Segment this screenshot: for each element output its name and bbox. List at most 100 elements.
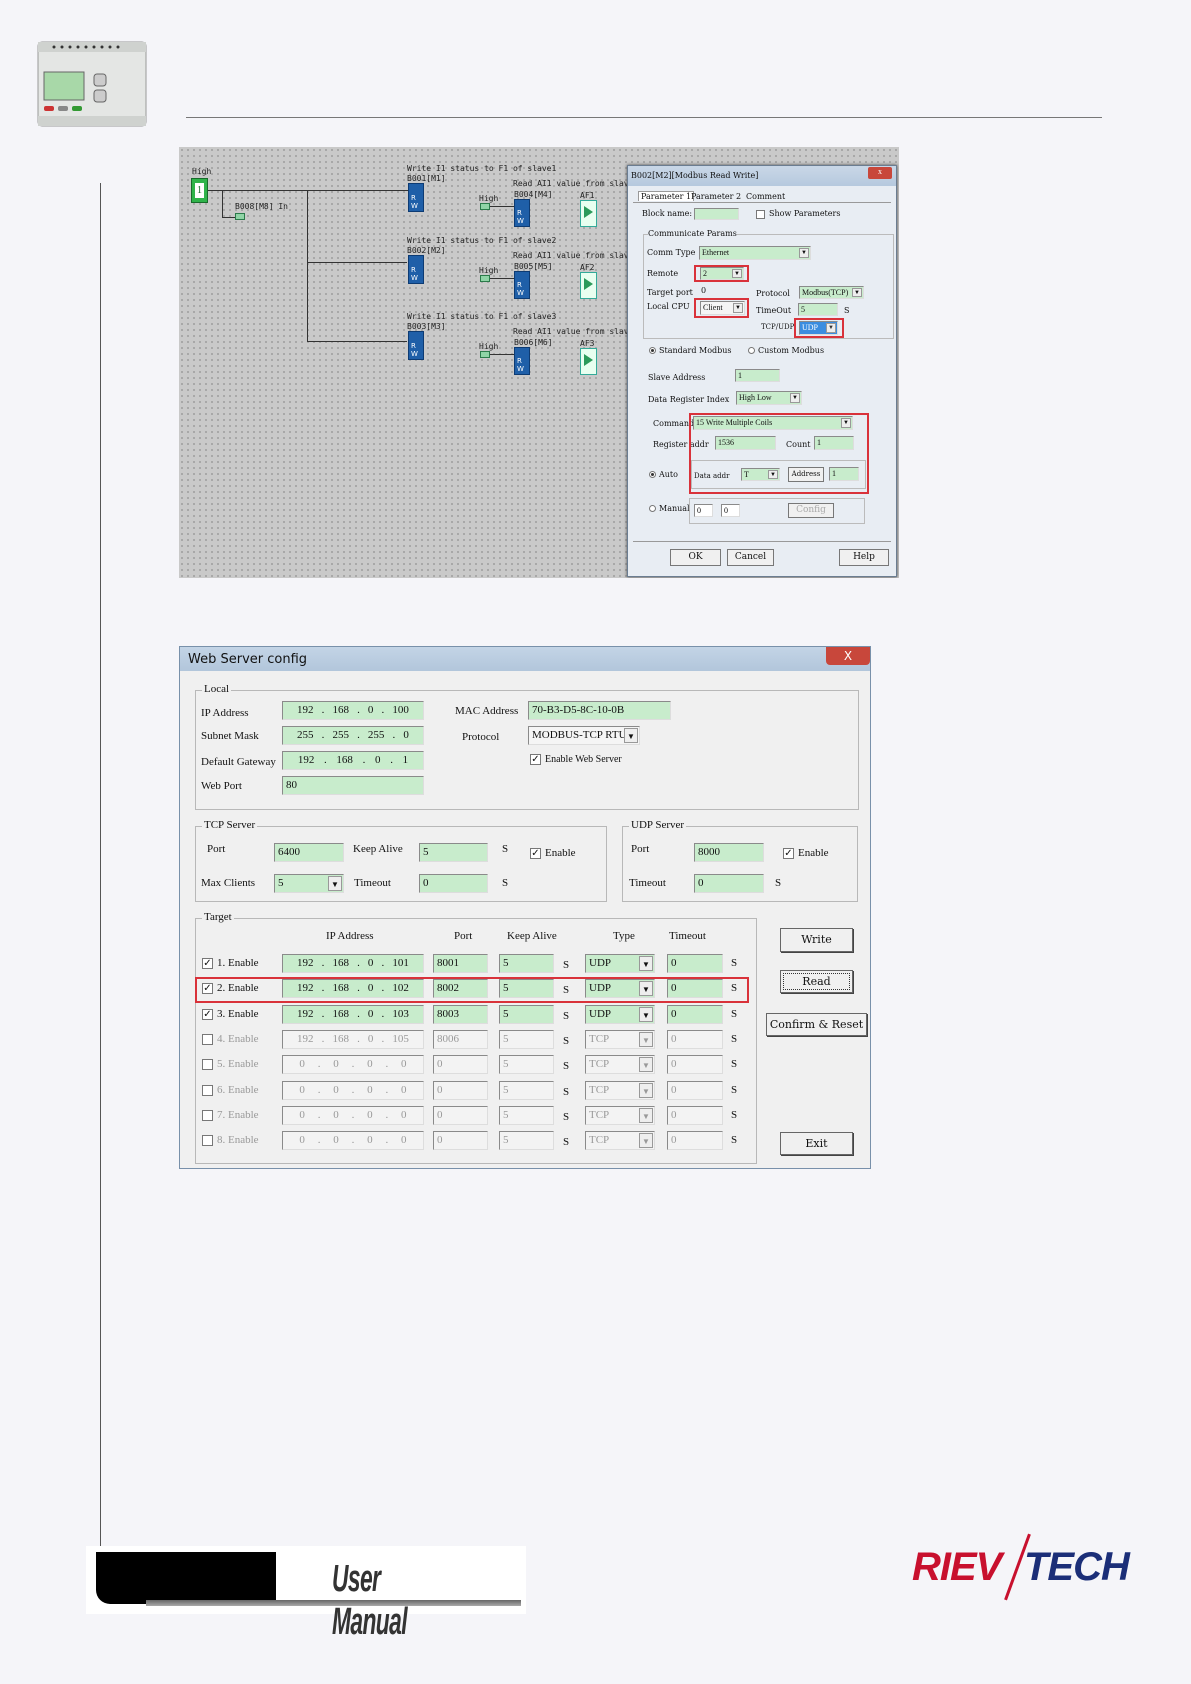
timeout-input[interactable]: 5 (798, 303, 838, 316)
cancel-button[interactable]: Cancel (727, 549, 774, 566)
target-timeout-input[interactable]: 0 (667, 1131, 723, 1150)
target-timeout-input[interactable]: 0 (667, 1106, 723, 1125)
target-port-input[interactable]: 0 (433, 1081, 488, 1100)
udp-timeout-input[interactable]: 0 (694, 874, 764, 893)
high-constant-block[interactable] (480, 203, 490, 210)
target-enable-checkbox[interactable]: ✓ (202, 958, 213, 969)
web-port-input[interactable]: 80 (282, 776, 424, 795)
target-ip-input[interactable]: 192. 168. 0. 103 (282, 1005, 424, 1024)
target-type-select[interactable]: TCP ▼ (585, 1030, 655, 1049)
udp-enable-checkbox[interactable]: ✓ (783, 848, 794, 859)
analog-flag-block[interactable] (580, 272, 597, 299)
data-register-index-select[interactable]: High Low ▼ (736, 391, 802, 405)
tab-parameter-2[interactable]: Parameter 2 (691, 192, 741, 201)
target-port-input[interactable]: 0 (433, 1106, 488, 1125)
target-type-select[interactable]: TCP ▼ (585, 1131, 655, 1150)
close-icon[interactable]: X (826, 647, 870, 665)
target-port-input[interactable]: 8001 (433, 954, 488, 973)
target-type-select[interactable]: UDP ▼ (585, 1005, 655, 1024)
confirm-reset-button[interactable]: Confirm & Reset (766, 1013, 867, 1036)
target-timeout-input[interactable]: 0 (667, 1081, 723, 1100)
target-port-input[interactable]: 0 (433, 1055, 488, 1074)
target-type-select[interactable]: UDP ▼ (585, 954, 655, 973)
tab-parameter-1[interactable]: Parameter 1 (638, 191, 695, 201)
comm-type-select[interactable]: Ethernet ▼ (699, 246, 811, 260)
target-port-input[interactable]: 8006 (433, 1030, 488, 1049)
flag-block[interactable] (235, 213, 245, 220)
tcp-timeout-input[interactable]: 0 (419, 874, 488, 893)
target-timeout-input[interactable]: 0 (667, 1030, 723, 1049)
target-enable-checkbox[interactable] (202, 1034, 213, 1045)
target-ip-input[interactable]: 0.0.0.0 (282, 1055, 424, 1074)
ip-octet: 0 (299, 1084, 305, 1096)
help-button[interactable]: Help (839, 549, 889, 566)
read-button[interactable]: Read (780, 970, 853, 993)
manual-field-b[interactable]: 0 (721, 504, 740, 517)
high-constant-block[interactable] (480, 351, 490, 358)
default-gateway-input[interactable]: 192. 168. 0. 1 (282, 751, 424, 770)
target-ip-input[interactable]: 0.0.0.0 (282, 1106, 424, 1125)
subnet-mask-input[interactable]: 255. 255. 255. 0 (282, 726, 424, 745)
config-button[interactable]: Config (788, 503, 834, 518)
analog-flag-block[interactable] (580, 348, 597, 375)
udp-port-input[interactable]: 8000 (694, 843, 764, 862)
target-ip-input[interactable]: 192. 168. 0. 101 (282, 954, 424, 973)
manual-radio[interactable] (649, 505, 656, 512)
high-input-block[interactable]: 1 (191, 178, 208, 203)
target-keep-alive-input[interactable]: 5 (499, 1081, 554, 1100)
protocol-select[interactable]: MODBUS-TCP RTU ▼ (528, 726, 640, 745)
target-ip-input[interactable]: 192. 168. 0. 105 (282, 1030, 424, 1049)
target-keep-alive-input[interactable]: 5 (499, 1005, 554, 1024)
modbus-write-block[interactable]: R W (408, 331, 424, 360)
target-keep-alive-input[interactable]: 5 (499, 1055, 554, 1074)
write-block-title: Write I1 status to F1 of slave3 (407, 312, 557, 321)
max-clients-select[interactable]: 5 ▼ (274, 874, 344, 893)
modbus-read-block[interactable]: R W (514, 271, 530, 299)
ok-button[interactable]: OK (670, 549, 721, 566)
target-port-input[interactable]: 0 (433, 1131, 488, 1150)
target-type-select[interactable]: TCP ▼ (585, 1055, 655, 1074)
target-keep-alive-input[interactable]: 5 (499, 1106, 554, 1125)
auto-radio[interactable] (649, 471, 656, 478)
write-button[interactable]: Write (780, 928, 853, 952)
target-type-select[interactable]: TCP ▼ (585, 1081, 655, 1100)
target-timeout-input[interactable]: 0 (667, 954, 723, 973)
manual-field-a[interactable]: 0 (694, 504, 713, 517)
target-enable-checkbox[interactable] (202, 1059, 213, 1070)
target-ip-input[interactable]: 0.0.0.0 (282, 1081, 424, 1100)
standard-modbus-radio[interactable] (649, 347, 656, 354)
target-enable-checkbox[interactable] (202, 1110, 213, 1121)
chevron-down-icon: ▼ (639, 1133, 653, 1148)
modbus-write-block[interactable]: R W (408, 255, 424, 284)
target-enable-checkbox[interactable]: ✓ (202, 1009, 213, 1020)
exit-button[interactable]: Exit (780, 1132, 853, 1155)
target-enable-checkbox[interactable] (202, 1135, 213, 1146)
modbus-write-block[interactable]: R W (408, 183, 424, 212)
custom-modbus-radio[interactable] (748, 347, 755, 354)
modbus-read-block[interactable]: R W (514, 347, 530, 375)
target-timeout-input[interactable]: 0 (667, 1055, 723, 1074)
close-icon[interactable]: x (868, 167, 892, 179)
target-port-input[interactable]: 8003 (433, 1005, 488, 1024)
target-type-select[interactable]: TCP ▼ (585, 1106, 655, 1125)
slave-address-input[interactable]: 1 (735, 369, 780, 382)
target-enable-checkbox[interactable] (202, 1085, 213, 1096)
ip-address-input[interactable]: 192. 168. 0. 100 (282, 701, 424, 720)
show-parameters-checkbox[interactable] (756, 210, 765, 219)
modbus-read-block[interactable]: R W (514, 199, 530, 227)
high-constant-block[interactable] (480, 275, 490, 282)
target-keep-alive-input[interactable]: 5 (499, 1131, 554, 1150)
target-timeout-input[interactable]: 0 (667, 1005, 723, 1024)
target-keep-alive-input[interactable]: 5 (499, 1030, 554, 1049)
protocol-select[interactable]: Modbus(TCP) ▼ (799, 286, 864, 299)
target-ip-input[interactable]: 0.0.0.0 (282, 1131, 424, 1150)
tcp-enable-checkbox[interactable]: ✓ (530, 848, 541, 859)
enable-web-server-checkbox[interactable]: ✓ (530, 754, 541, 765)
mac-address-input[interactable]: 70-B3-D5-8C-10-0B (528, 701, 671, 720)
target-keep-alive-input[interactable]: 5 (499, 954, 554, 973)
block-name-input[interactable] (694, 208, 739, 220)
tcp-port-input[interactable]: 6400 (274, 843, 344, 862)
tab-comment[interactable]: Comment (746, 192, 785, 201)
keep-alive-input[interactable]: 5 (419, 843, 488, 862)
analog-flag-block[interactable] (580, 200, 597, 227)
